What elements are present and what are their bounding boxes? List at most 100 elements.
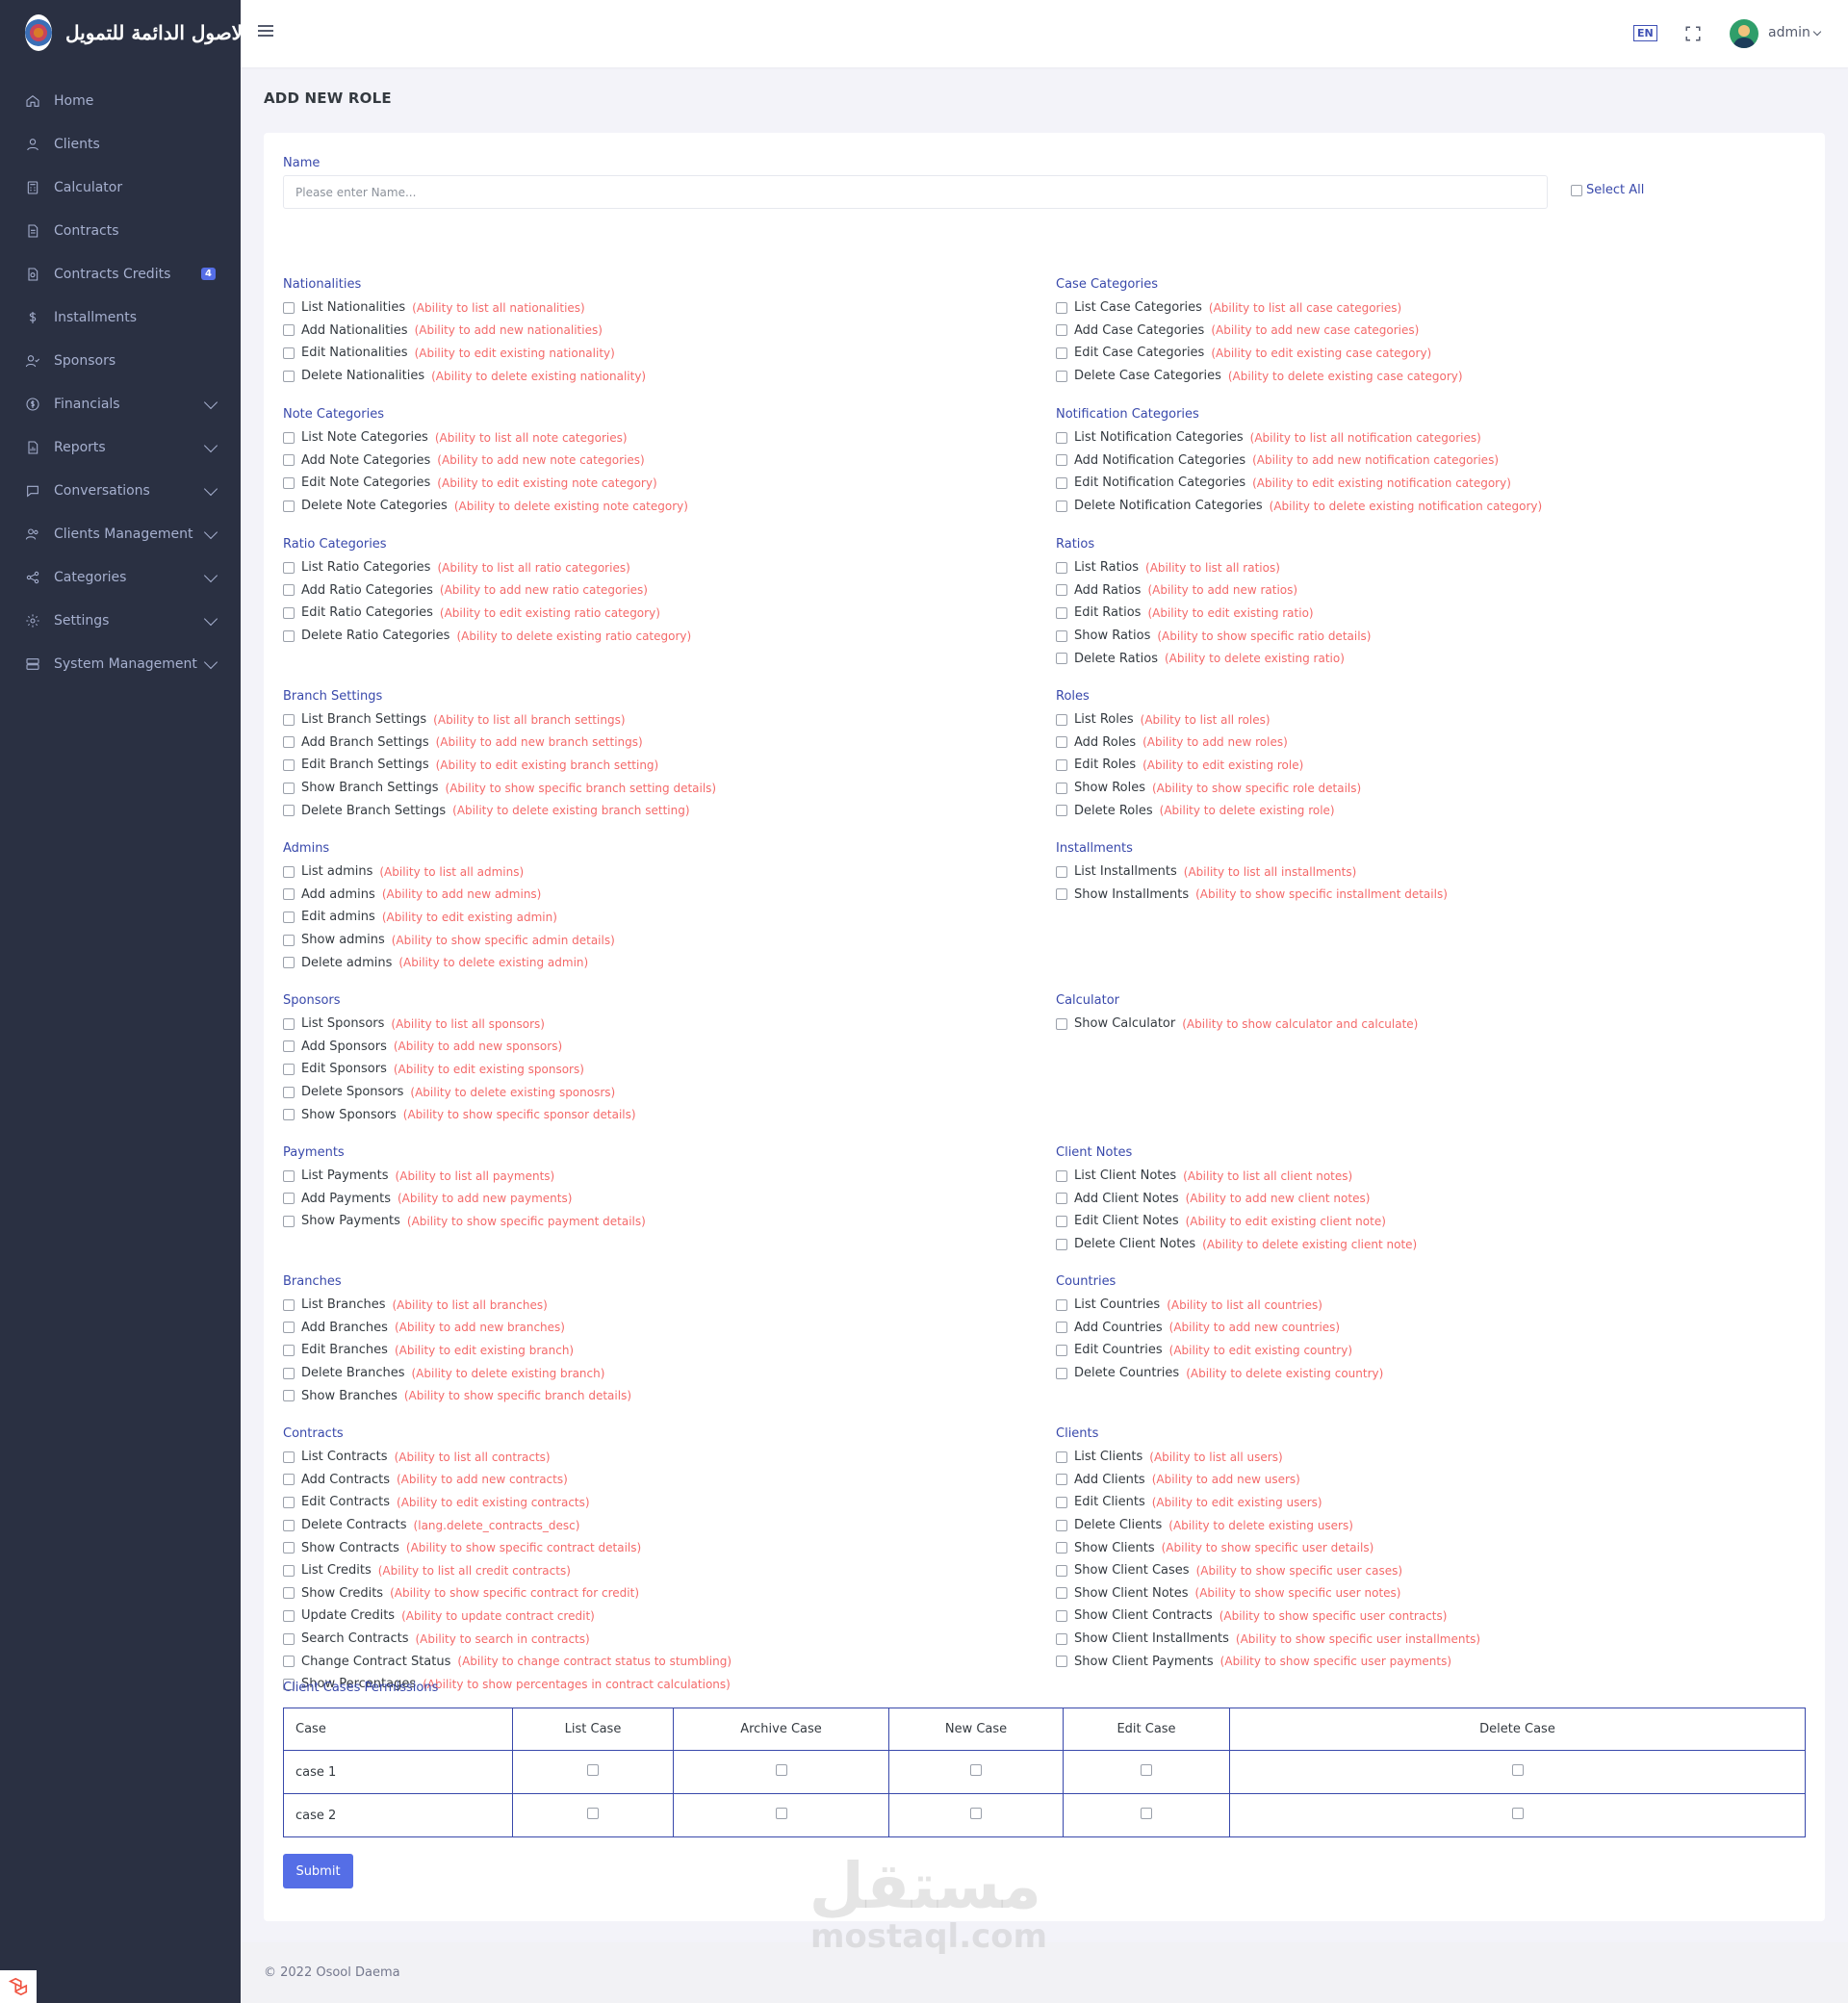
case-permission-checkbox[interactable] <box>587 1808 599 1819</box>
case-permission-checkbox[interactable] <box>775 1764 787 1776</box>
permission-checkbox[interactable] <box>1056 1451 1067 1463</box>
permission-checkbox[interactable] <box>1056 736 1067 749</box>
permission-checkbox[interactable] <box>283 347 295 359</box>
permission-option[interactable]: Edit Nationalities (Ability to edit exist… <box>283 342 646 365</box>
permission-option[interactable]: Add Note Categories (Ability to add new n… <box>283 449 688 473</box>
permission-checkbox[interactable] <box>283 934 295 946</box>
permission-checkbox[interactable] <box>1056 629 1067 642</box>
permission-option[interactable]: List Case Categories (Ability to list all… <box>1056 296 1463 320</box>
permission-option[interactable]: Search Contracts (Ability to search in co… <box>283 1628 732 1651</box>
permission-checkbox[interactable] <box>1056 1193 1067 1205</box>
permission-checkbox[interactable] <box>283 1063 295 1075</box>
select-all-checkbox[interactable] <box>1571 184 1582 196</box>
permission-checkbox[interactable] <box>283 1451 295 1463</box>
permission-option[interactable]: Add Client Notes (Ability to add new clie… <box>1056 1188 1417 1211</box>
permission-checkbox[interactable] <box>283 758 295 771</box>
case-permission-checkbox[interactable] <box>1141 1764 1152 1776</box>
case-permission-checkbox[interactable] <box>970 1808 982 1819</box>
permission-option[interactable]: Add Ratios (Ability to add new ratios) <box>1056 579 1371 603</box>
permission-option[interactable]: Delete Ratio Categories (Ability to delet… <box>283 625 691 648</box>
permission-option[interactable]: Add Countries (Ability to add new countri… <box>1056 1317 1383 1340</box>
permission-option[interactable]: Show Contracts (Ability to show specific … <box>283 1536 732 1559</box>
permission-option[interactable]: Edit Countries (Ability to edit existing … <box>1056 1339 1383 1362</box>
permission-option[interactable]: Delete Nationalities (Ability to delete e… <box>283 365 646 388</box>
permission-checkbox[interactable] <box>1056 1656 1067 1668</box>
permission-option[interactable]: Show Roles (Ability to show specific role… <box>1056 777 1361 800</box>
permission-option[interactable]: Show Installments (Ability to show specif… <box>1056 884 1448 907</box>
permission-option[interactable]: List Clients (Ability to list all users) <box>1056 1446 1480 1469</box>
permission-option[interactable]: List Notification Categories (Ability to … <box>1056 426 1542 449</box>
permission-checkbox[interactable] <box>1056 324 1067 337</box>
permission-option[interactable]: Edit Case Categories (Ability to edit exi… <box>1056 342 1463 365</box>
sidebar-item-clients[interactable]: Clients <box>0 122 241 166</box>
permission-checkbox[interactable] <box>1056 1587 1067 1600</box>
permission-checkbox[interactable] <box>283 1169 295 1182</box>
permission-checkbox[interactable] <box>1056 561 1067 574</box>
permission-option[interactable]: Add Ratio Categories (Ability to add new … <box>283 579 691 603</box>
permission-checkbox[interactable] <box>283 1040 295 1053</box>
sidebar-item-calculator[interactable]: Calculator <box>0 166 241 209</box>
permission-checkbox[interactable] <box>1056 1322 1067 1334</box>
permission-option[interactable]: List admins (Ability to list all admins) <box>283 860 615 884</box>
permission-option[interactable]: Delete Branches (Ability to delete existi… <box>283 1362 631 1385</box>
permission-option[interactable]: List Ratio Categories (Ability to list al… <box>283 556 691 579</box>
permission-option[interactable]: Delete Case Categories (Ability to delete… <box>1056 365 1463 388</box>
permission-option[interactable]: List Installments (Ability to list all in… <box>1056 860 1448 884</box>
permission-checkbox[interactable] <box>1056 1017 1067 1030</box>
submit-button[interactable]: Submit <box>283 1854 353 1888</box>
permission-option[interactable]: Delete Branch Settings (Ability to delete… <box>283 799 716 822</box>
permission-checkbox[interactable] <box>283 1519 295 1531</box>
case-permission-checkbox[interactable] <box>1141 1808 1152 1819</box>
permission-option[interactable]: Add Payments (Ability to add new payments… <box>283 1188 646 1211</box>
permission-option[interactable]: Delete admins (Ability to delete existing… <box>283 951 615 974</box>
permission-option[interactable]: Add Sponsors (Ability to add new sponsors… <box>283 1036 636 1059</box>
permission-option[interactable]: List Sponsors (Ability to list all sponso… <box>283 1013 636 1036</box>
permission-checkbox[interactable] <box>1056 431 1067 444</box>
permission-checkbox[interactable] <box>1056 1564 1067 1577</box>
case-permission-checkbox[interactable] <box>970 1764 982 1776</box>
sidebar-item-clients-management[interactable]: Clients Management <box>0 512 241 555</box>
permission-checkbox[interactable] <box>283 888 295 901</box>
permission-option[interactable]: Add Case Categories (Ability to add new c… <box>1056 320 1463 343</box>
brand[interactable]: الاصول الدائمة للتمويل <box>0 0 248 65</box>
permission-checkbox[interactable] <box>1056 1542 1067 1554</box>
permission-option[interactable]: Update Credits (Ability to update contrac… <box>283 1605 732 1628</box>
permission-option[interactable]: Show Branches (Ability to show specific b… <box>283 1384 631 1407</box>
permission-checkbox[interactable] <box>283 1017 295 1030</box>
permission-checkbox[interactable] <box>1056 584 1067 597</box>
permission-checkbox[interactable] <box>283 606 295 619</box>
permission-option[interactable]: Edit admins (Ability to edit existing adm… <box>283 906 615 929</box>
menu-toggle-icon[interactable] <box>258 25 273 39</box>
permission-checkbox[interactable] <box>1056 1474 1067 1486</box>
permission-checkbox[interactable] <box>283 1298 295 1311</box>
permission-option[interactable]: Show Sponsors (Ability to show specific s… <box>283 1103 636 1126</box>
permission-checkbox[interactable] <box>283 301 295 314</box>
permission-option[interactable]: Show Client Cases (Ability to show specif… <box>1056 1559 1480 1582</box>
permission-option[interactable]: Show Client Contracts (Ability to show sp… <box>1056 1605 1480 1628</box>
sidebar-item-categories[interactable]: Categories <box>0 555 241 599</box>
permission-option[interactable]: Delete Notification Categories (Ability t… <box>1056 495 1542 518</box>
permission-checkbox[interactable] <box>283 1322 295 1334</box>
sidebar-item-settings[interactable]: Settings <box>0 599 241 642</box>
permission-checkbox[interactable] <box>283 782 295 794</box>
permission-checkbox[interactable] <box>283 1344 295 1356</box>
permission-checkbox[interactable] <box>283 431 295 444</box>
permission-checkbox[interactable] <box>1056 1344 1067 1356</box>
permission-checkbox[interactable] <box>283 1474 295 1486</box>
permission-option[interactable]: Show Credits (Ability to show specific co… <box>283 1582 732 1605</box>
permission-checkbox[interactable] <box>283 1609 295 1622</box>
select-all[interactable]: Select All <box>1571 183 1644 197</box>
permission-checkbox[interactable] <box>1056 1632 1067 1645</box>
permission-checkbox[interactable] <box>1056 476 1067 489</box>
permission-checkbox[interactable] <box>1056 805 1067 817</box>
permission-checkbox[interactable] <box>1056 782 1067 794</box>
sidebar-item-contracts[interactable]: Contracts <box>0 209 241 252</box>
permission-option[interactable]: Show Calculator (Ability to show calculat… <box>1056 1013 1418 1036</box>
permission-option[interactable]: Delete Contracts (lang.delete_contracts_d… <box>283 1514 732 1537</box>
chevron-down-icon[interactable] <box>1812 27 1822 37</box>
permission-checkbox[interactable] <box>1056 1298 1067 1311</box>
permission-checkbox[interactable] <box>283 1632 295 1645</box>
sidebar-item-installments[interactable]: Installments <box>0 295 241 339</box>
permission-option[interactable]: Edit Ratios (Ability to edit existing rat… <box>1056 602 1371 625</box>
case-permission-checkbox[interactable] <box>1511 1764 1524 1776</box>
